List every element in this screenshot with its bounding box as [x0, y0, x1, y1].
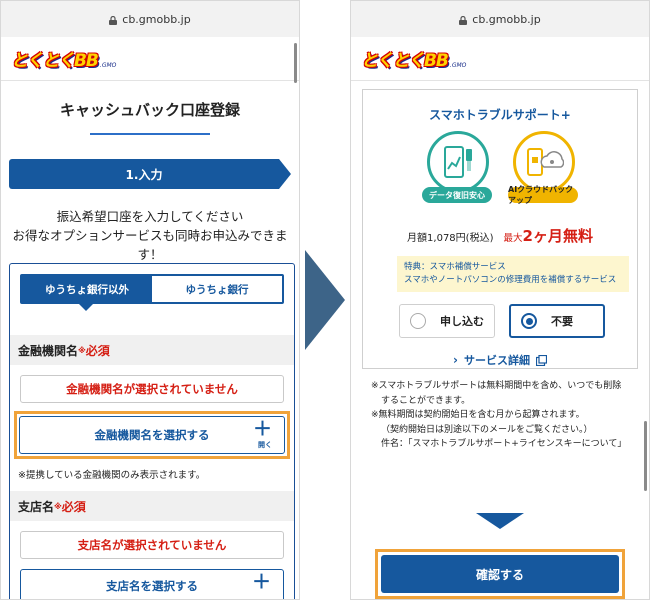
note-2: ※無料期間は契約開始日を含む月から起算されます。 [371, 410, 585, 420]
logo-sub-text: .GMO [99, 62, 117, 69]
brand-logo[interactable]: とくとくBB .GMO [11, 46, 116, 71]
tab-non-yucho[interactable]: ゆうちょ銀行以外 [22, 276, 152, 302]
price-info: 月額1,078円(税込) 最大 2ヶ月 無料 [363, 225, 637, 246]
logo-main-text: とくとくBB [361, 51, 449, 71]
service-detail-label: サービス詳細 [463, 354, 530, 367]
badge-cloud-backup: AIクラウドバックアップ [508, 131, 578, 205]
header: とくとくBB .GMO [1, 37, 299, 81]
option-decline[interactable]: 不要 [509, 304, 605, 338]
confirm-button[interactable]: 確認する [381, 555, 619, 593]
badge-label: データ復旧安心 [422, 187, 492, 203]
max-label: 最大 [503, 233, 523, 244]
scrollbar-thumb[interactable] [294, 43, 297, 83]
url-bar[interactable]: cb.gmobb.jp [351, 1, 649, 37]
url-text: cb.gmobb.jp [472, 12, 541, 26]
external-link-icon [535, 354, 547, 366]
open-label: 開く [258, 441, 272, 449]
required-mark: ※ [78, 345, 86, 355]
left-phone-screen: cb.gmobb.jp とくとくBB .GMO キャッシュバック口座登録 1.入… [0, 0, 300, 600]
intro-text: 振込希望口座を入力してください お得なオプションサービスも同時お申込みできます！ [1, 207, 299, 264]
note-1: ※スマホトラブルサポートは無料期間中を含め、いつでも削除することができます。 [371, 381, 622, 406]
radio-dot [525, 317, 533, 325]
required-label: 必須 [85, 343, 110, 358]
option-apply[interactable]: 申し込む [399, 304, 495, 338]
note-3: （契約開始日は別途以下のメールをご覧ください。） [381, 424, 593, 435]
note-4: 件名：「スマホトラブルサポート+ライセンスキーについて」 [381, 439, 627, 449]
select-bank-label: 金融機関名を選択する [94, 428, 210, 442]
option-decline-label: 不要 [551, 315, 573, 328]
bank-name-label: 金融機関名 [18, 343, 79, 358]
url-text: cb.gmobb.jp [122, 12, 191, 26]
free-months: 2ヶ月 [522, 227, 563, 245]
perk-line-1: 特典：スマホ補償サービス [404, 262, 506, 272]
url-bar[interactable]: cb.gmobb.jp [1, 1, 299, 37]
step-label: 1.入力 [9, 159, 279, 189]
logo-sub-text: .GMO [449, 62, 467, 69]
option-apply-label: 申し込む [440, 315, 484, 328]
brand-logo[interactable]: とくとくBB .GMO [361, 46, 466, 71]
option-service-card: スマホトラブルサポート+ データ復旧安心 AIクラウドバックアップ 月額1,07… [362, 89, 638, 369]
lock-icon [109, 15, 118, 25]
branch-name-error: 支店名が選択されていません [20, 531, 284, 559]
select-branch-label: 支店名を選択する [106, 579, 198, 593]
select-branch-button[interactable]: 支店名を選択する ＋ [20, 569, 284, 599]
badge-label: AIクラウドバックアップ [508, 185, 578, 205]
required-mark: ※ [54, 501, 62, 511]
bank-name-heading: 金融機関名 ※ 必須 [10, 335, 294, 365]
phone-data-recovery-icon [427, 131, 489, 193]
perk-line-2: スマホやノートパソコンの修理費用を補償するサービス [404, 275, 617, 285]
required-label: 必須 [61, 499, 86, 514]
scrollbar-thumb[interactable] [644, 421, 647, 491]
title-underline [90, 133, 210, 135]
account-form: ゆうちょ銀行以外 ゆうちょ銀行 金融機関名 ※ 必須 金融機関名が選択されていま… [9, 263, 295, 599]
branch-name-label: 支店名 [18, 499, 55, 514]
plus-icon: ＋ [251, 571, 271, 593]
highlight-frame: 確認する [375, 549, 625, 599]
radio-checked[interactable] [521, 313, 537, 329]
perk-box: 特典：スマホ補償サービス スマホやノートパソコンの修理費用を補償するサービス [397, 256, 629, 292]
logo-main-text: とくとくBB [11, 51, 99, 71]
branch-name-heading: 支店名 ※ 必須 [10, 491, 294, 521]
intro-line-2: お得なオプションサービスも同時お申込みできます！ [12, 228, 288, 262]
bank-note: ※提携している金融機関のみ表示されます。 [18, 470, 206, 481]
feature-badges: データ復旧安心 AIクラウドバックアップ [363, 131, 637, 211]
lock-icon [459, 15, 468, 25]
transition-arrow-icon [305, 250, 345, 350]
service-notes: ※スマホトラブルサポートは無料期間中を含め、いつでも削除することができます。 ※… [371, 379, 627, 452]
service-title: スマホトラブルサポート+ [429, 108, 571, 122]
right-phone-screen: cb.gmobb.jp とくとくBB .GMO スマホトラブルサポート+ データ… [350, 0, 650, 600]
bank-type-tabs: ゆうちょ銀行以外 ゆうちょ銀行 [20, 274, 284, 304]
plus-icon: ＋ [252, 418, 272, 440]
radio-unchecked[interactable] [410, 313, 426, 329]
service-detail-link[interactable]: › サービス詳細 [363, 352, 637, 368]
highlight-frame: 金融機関名を選択する ＋ 開く [14, 411, 290, 459]
badge-data-recovery: データ復旧安心 [422, 131, 492, 203]
bank-name-error: 金融機関名が選択されていません [20, 375, 284, 403]
select-bank-button[interactable]: 金融機関名を選択する ＋ 開く [19, 416, 285, 454]
down-arrow-icon [476, 513, 524, 529]
intro-line-1: 振込希望口座を入力してください [56, 209, 244, 224]
header: とくとくBB .GMO [351, 37, 649, 81]
free-label: 無料 [562, 227, 593, 245]
active-tab-pointer [79, 304, 93, 311]
tab-yucho[interactable]: ゆうちょ銀行 [152, 276, 282, 302]
step-indicator: 1.入力 [1, 159, 299, 193]
step-arrow-tip [279, 159, 291, 189]
monthly-price: 月額1,078円(税込) [407, 233, 494, 244]
page-title: キャッシュバック口座登録 [59, 101, 240, 119]
apply-options: 申し込む 不要 [399, 304, 637, 338]
chevron-right-icon: › [453, 353, 458, 367]
